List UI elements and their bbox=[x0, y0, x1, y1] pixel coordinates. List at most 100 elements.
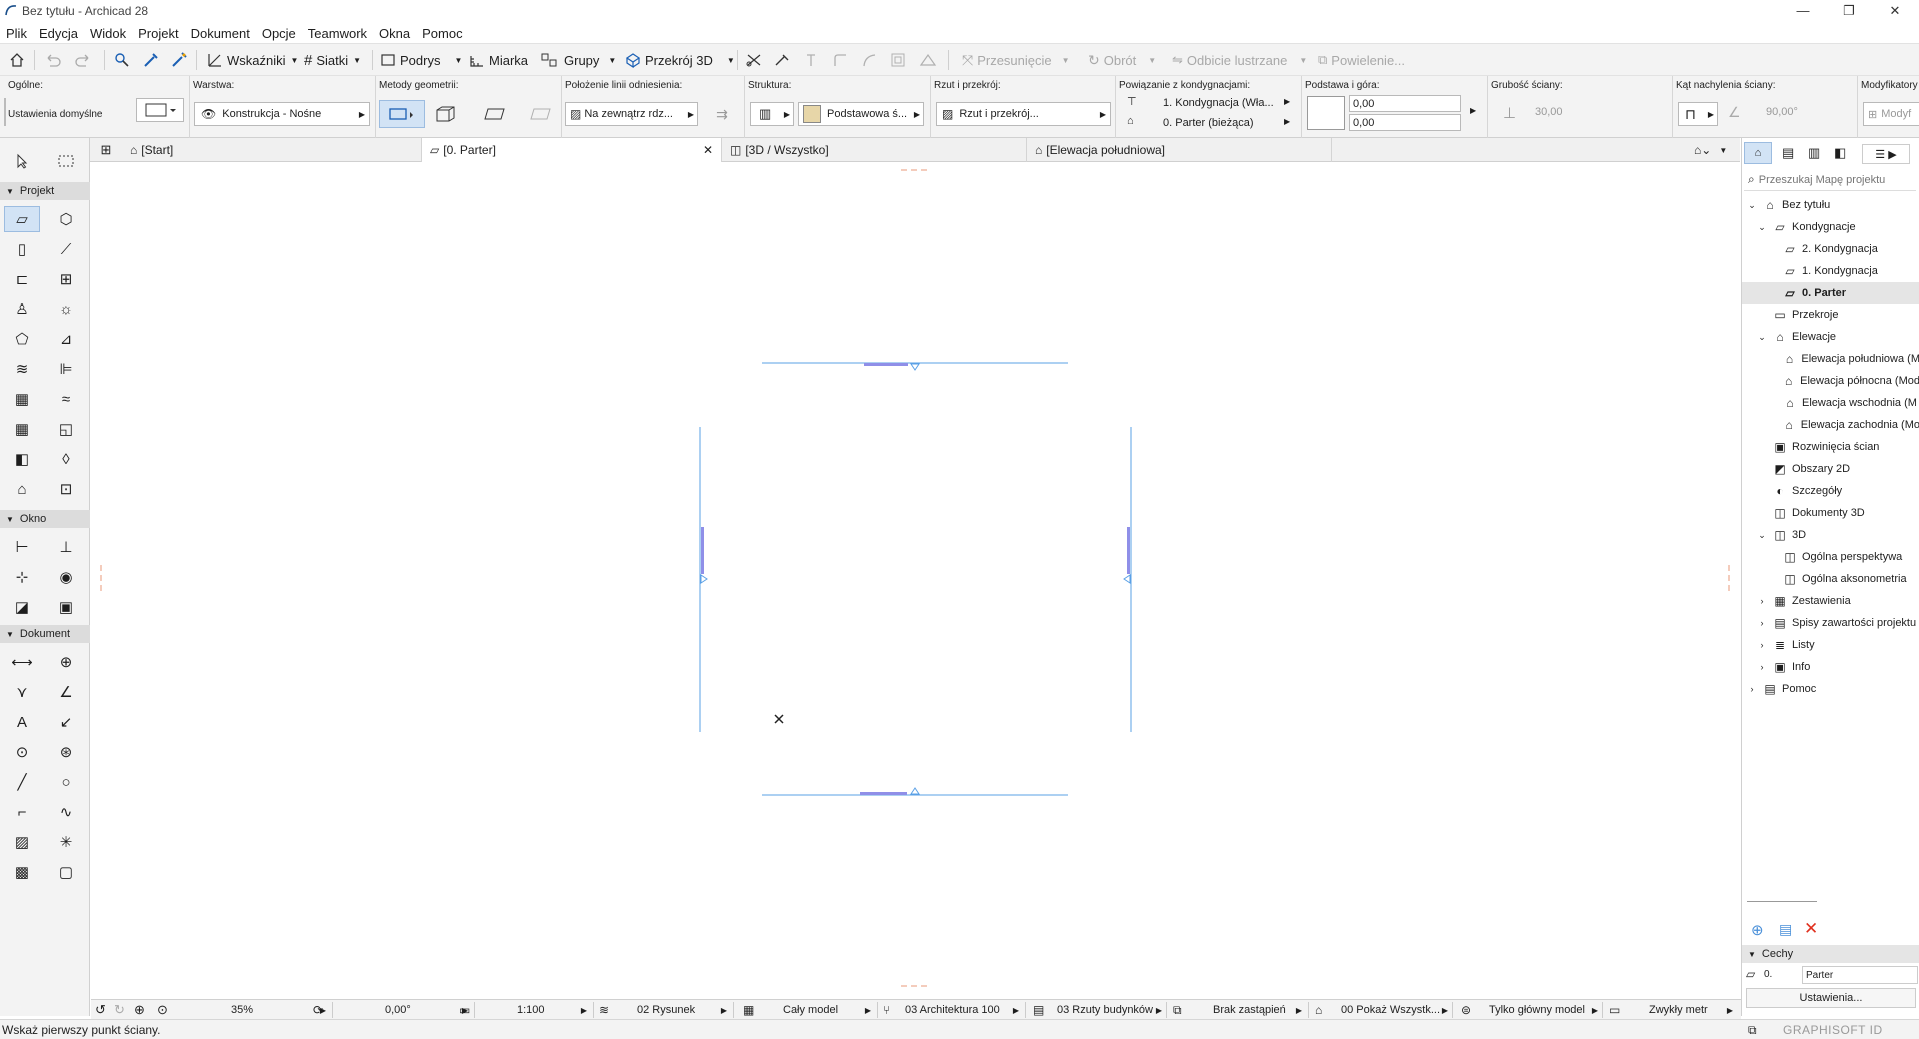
corner-window-tool-icon[interactable]: ◧ bbox=[4, 446, 40, 472]
roof-tool-icon[interactable]: ⬠ bbox=[4, 326, 40, 352]
curtain-wall-tool-icon[interactable]: ▦ bbox=[4, 386, 40, 412]
model-view-dropdown[interactable]: 03 Rzuty budynków ▶ bbox=[1051, 1002, 1167, 1018]
menu-edycja[interactable]: Edycja bbox=[33, 21, 84, 41]
drag-button[interactable]: ⤧ Przesunięcie ▼ bbox=[962, 48, 1070, 72]
section-3d-button[interactable]: Przekrój 3D ▼ bbox=[625, 48, 735, 72]
toolbox-section-dokument[interactable]: ▼ Dokument bbox=[0, 625, 90, 643]
column-tool-icon[interactable]: ▯ bbox=[4, 236, 40, 262]
navigator-item[interactable]: ▱ 1. Kondygnacja bbox=[1742, 260, 1919, 282]
navigator-item[interactable]: › ▦ Zestawienia bbox=[1742, 590, 1919, 612]
spline-tool-icon[interactable]: ∿ bbox=[48, 799, 84, 825]
tab-menu-button[interactable]: ⌂⌄ ▼ bbox=[1694, 140, 1738, 160]
chevron-right-icon[interactable]: › bbox=[1756, 596, 1768, 606]
undo-icon[interactable] bbox=[44, 48, 62, 72]
ifc-tool-icon[interactable]: ⊡ bbox=[48, 476, 84, 502]
maximize-button[interactable]: ❐ bbox=[1826, 0, 1872, 21]
navigator-item[interactable]: ⌂ Elewacja zachodnia (Mo bbox=[1742, 414, 1919, 436]
structure-display-dropdown[interactable]: Cały model ▶ bbox=[763, 1002, 878, 1018]
undo-zoom-icon[interactable]: ↺ bbox=[95, 1002, 106, 1018]
slanted-wall-method-button[interactable] bbox=[477, 102, 513, 126]
find-select-icon[interactable] bbox=[112, 48, 132, 72]
flip-reference-icon[interactable]: ⇉ bbox=[705, 102, 739, 126]
navigator-item[interactable]: › ▤ Spisy zawartości projektu bbox=[1742, 612, 1919, 634]
chevron-right-icon[interactable]: › bbox=[1746, 684, 1758, 694]
reference-line-dropdown[interactable]: ▨ Na zewnątrz rdz... ▶ bbox=[565, 102, 698, 126]
label-tool-icon[interactable]: ↙ bbox=[48, 709, 84, 735]
chevron-right-icon[interactable]: ▶ bbox=[1470, 106, 1476, 115]
wall-end-tool-icon[interactable]: ⌂ bbox=[4, 476, 40, 502]
scale-dropdown[interactable]: 1:100 ▶ bbox=[479, 1002, 594, 1018]
navigator-menu-button[interactable]: ☰ ▶ bbox=[1862, 144, 1910, 164]
window-tool-icon[interactable]: ⊞ bbox=[48, 266, 84, 292]
menu-plik[interactable]: Plik bbox=[0, 21, 33, 41]
mesh-tool-icon[interactable]: ≈ bbox=[48, 386, 84, 412]
chevron-right-icon[interactable]: › bbox=[1756, 640, 1768, 650]
project-map-tab[interactable]: ⌂ bbox=[1744, 142, 1772, 164]
eyedropper-icon[interactable] bbox=[141, 48, 161, 72]
slant-value[interactable]: 90,00° bbox=[1766, 106, 1798, 118]
top-link-value[interactable]: 1. Kondygnacja (Wła... bbox=[1163, 97, 1274, 109]
stair-tool-icon[interactable]: ≋ bbox=[4, 356, 40, 382]
modifiers-button[interactable]: ⊞ Modyf bbox=[1863, 102, 1919, 126]
renovation-dropdown[interactable]: 00 Pokaż Wszystk... ▶ bbox=[1333, 1002, 1453, 1018]
chevron-right-icon[interactable]: › bbox=[1756, 618, 1768, 628]
chevron-down-icon[interactable]: ⌄ bbox=[1756, 332, 1768, 343]
layout-book-icon[interactable]: ▥ bbox=[1808, 145, 1820, 161]
morph-tool-icon[interactable]: ◊ bbox=[48, 446, 84, 472]
marquee-tool-icon[interactable] bbox=[48, 148, 84, 174]
syringe-icon[interactable] bbox=[169, 48, 189, 72]
skylight-tool-icon[interactable]: ▦ bbox=[4, 416, 40, 442]
tab-3d[interactable]: ◫ [3D / Wszystko] bbox=[722, 138, 1027, 162]
tab-elevation[interactable]: ⌂ [Elewacja południowa] bbox=[1027, 138, 1332, 162]
base-offset-input[interactable]: 0,00 bbox=[1349, 114, 1461, 131]
minimize-button[interactable]: — bbox=[1780, 0, 1826, 21]
settings-button[interactable]: Ustawienia... bbox=[1746, 988, 1916, 1008]
navigator-item[interactable]: ▱ 0. Parter bbox=[1742, 282, 1919, 304]
graphisoft-id-link[interactable]: GRAPHISOFT ID bbox=[1783, 1023, 1883, 1037]
door-tool-icon[interactable]: ⊏ bbox=[4, 266, 40, 292]
grids-button[interactable]: # Siatki ▼ bbox=[304, 48, 361, 72]
settings-view-icon[interactable]: ▤ bbox=[1779, 921, 1792, 938]
polygon-wall-method-button[interactable] bbox=[523, 102, 559, 126]
home-story-value[interactable]: 0. Parter (bieżąca) bbox=[1163, 117, 1253, 129]
object-tool-icon[interactable]: ♙ bbox=[4, 296, 40, 322]
chevron-right-icon[interactable]: ▶ bbox=[1284, 117, 1290, 126]
angle-dimension-tool-icon[interactable]: ∠ bbox=[48, 679, 84, 705]
pen-set-dropdown[interactable]: 03 Architektura 100 ▶ bbox=[899, 1002, 1026, 1018]
fillet-icon[interactable] bbox=[832, 48, 848, 72]
navigator-item[interactable]: ⌄ ▱ Kondygnacje bbox=[1742, 216, 1919, 238]
zone-tool-icon[interactable]: ◱ bbox=[48, 416, 84, 442]
navigator-item[interactable]: ⌂ Elewacja południowa (M bbox=[1742, 348, 1919, 370]
tab-parter[interactable]: ▱ [0. Parter] ✕ bbox=[422, 138, 722, 162]
dimension-dropdown[interactable]: Zwykły metr ▶ bbox=[1629, 1002, 1739, 1018]
multiply-button[interactable]: ⧉ Powielenie... bbox=[1318, 48, 1405, 72]
menu-teamwork[interactable]: Teamwork bbox=[302, 21, 373, 41]
chevron-right-icon[interactable]: › bbox=[1756, 662, 1768, 672]
railing-tool-icon[interactable]: ⊫ bbox=[48, 356, 84, 382]
navigator-search-input[interactable] bbox=[1758, 173, 1909, 186]
navigator-item[interactable]: ◐ Szczegóły bbox=[1742, 480, 1919, 502]
slant-type-dropdown[interactable]: ⊓ ▶ bbox=[1678, 102, 1718, 126]
navigator-item[interactable]: ⌄ ⌂ Elewacje bbox=[1742, 326, 1919, 348]
navigator-item[interactable]: ⌂ Elewacja wschodnia (M bbox=[1742, 392, 1919, 414]
tab-overview-button[interactable]: ⊞ bbox=[90, 138, 122, 162]
trapezoid-wall-method-button[interactable] bbox=[431, 102, 467, 126]
hotspot-tool-icon[interactable]: ✳ bbox=[48, 829, 84, 855]
section-tool-icon[interactable]: ⊢ bbox=[4, 534, 40, 560]
dimension-tool-icon[interactable]: ⟷ bbox=[4, 649, 40, 675]
level-dimension-tool-icon[interactable]: ⋎ bbox=[4, 679, 40, 705]
navigator-item[interactable]: ⌄ ⌂ Bez tytułu bbox=[1742, 194, 1919, 216]
favorites-value[interactable]: Ustawienia domyślne bbox=[8, 109, 103, 120]
tab-start[interactable]: ⌂ [Start] bbox=[122, 138, 422, 162]
change-marker-tool-icon[interactable]: ⊙ bbox=[4, 739, 40, 765]
menu-widok[interactable]: Widok bbox=[84, 21, 132, 41]
camera-tool-icon[interactable]: ▣ bbox=[48, 594, 84, 620]
wall-tool-icon[interactable]: ▱ bbox=[4, 206, 40, 232]
text-tool-icon[interactable]: A bbox=[4, 709, 40, 735]
zoom-in-icon[interactable]: ⊕ bbox=[134, 1002, 145, 1018]
add-view-icon[interactable]: ⊕ bbox=[1751, 921, 1764, 939]
drawing-canvas[interactable] bbox=[91, 162, 1741, 1016]
zoom-dropdown[interactable]: 35% ▶ bbox=[183, 1002, 333, 1018]
redo-zoom-icon[interactable]: ↻ bbox=[114, 1002, 125, 1018]
wall-preview-button[interactable] bbox=[136, 98, 184, 122]
